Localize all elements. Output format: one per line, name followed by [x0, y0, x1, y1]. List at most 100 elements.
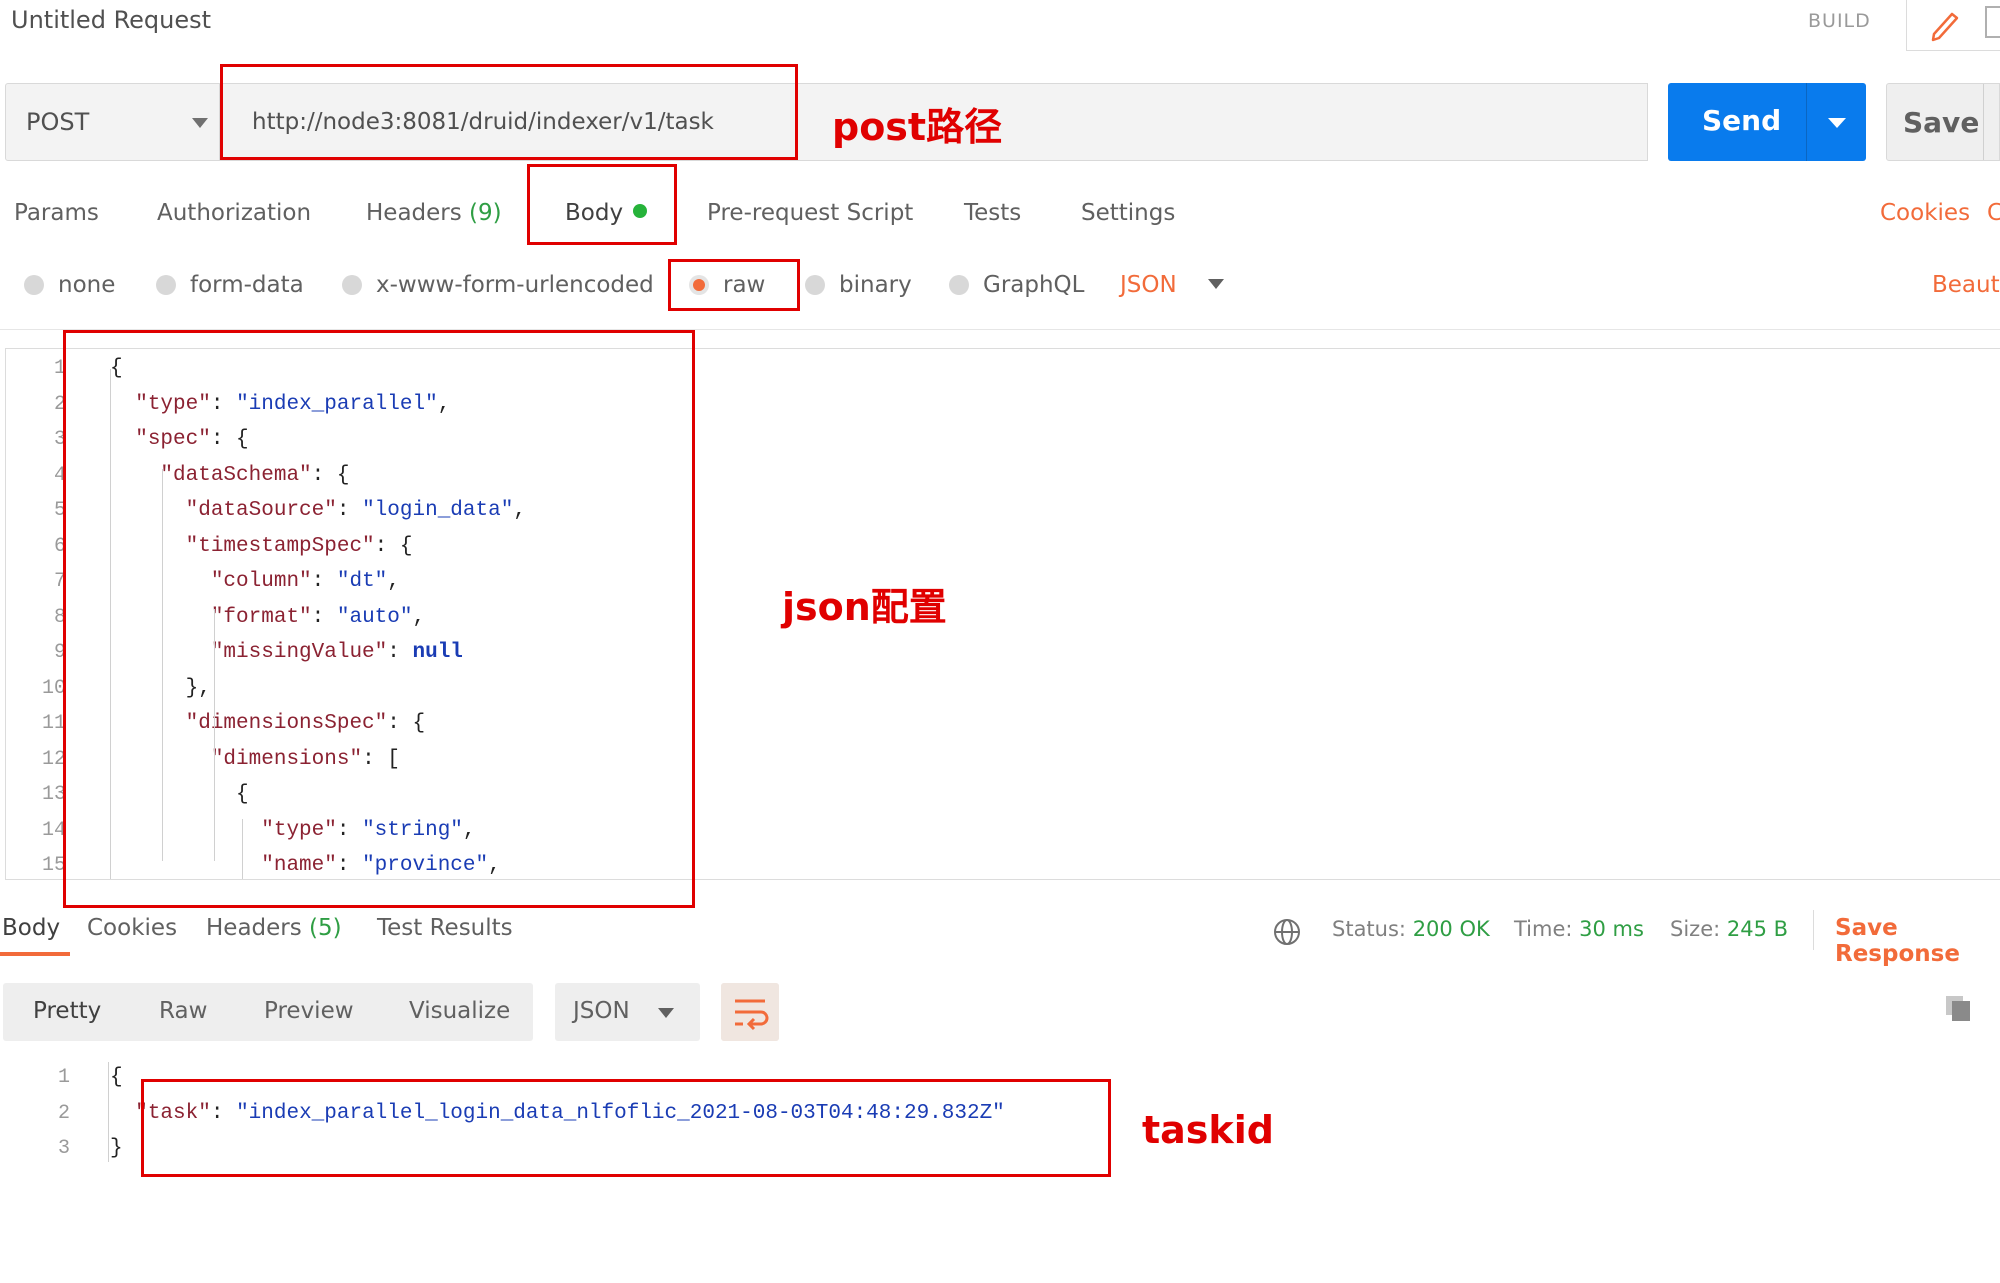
divider	[1813, 910, 1814, 950]
radio-graphql-label: GraphQL	[983, 272, 1085, 298]
line-number: 9	[53, 641, 66, 664]
radio-none-label: none	[58, 272, 116, 298]
radio-circle	[342, 275, 362, 295]
line-number: 15	[41, 854, 66, 877]
tab-headers[interactable]: Headers (9)	[366, 200, 502, 226]
globe-icon[interactable]	[1272, 917, 1302, 947]
response-time: Time: 30 ms	[1514, 917, 1644, 941]
line-number: 11	[41, 712, 66, 735]
method-label: POST	[26, 108, 90, 136]
send-button[interactable]: Send	[1668, 83, 1866, 161]
response-tab-test-results[interactable]: Test Results	[377, 915, 513, 941]
radio-graphql[interactable]: GraphQL	[949, 272, 1084, 298]
size-label: Size:	[1670, 917, 1721, 941]
send-options-chevron-icon[interactable]	[1828, 118, 1846, 128]
body-format-label: JSON	[1120, 272, 1177, 298]
annotation-url-box	[220, 64, 798, 160]
radio-binary-label: binary	[839, 272, 912, 298]
annotation-body-tab-box	[527, 164, 677, 245]
code-link[interactable]: C	[1987, 200, 2000, 226]
copy-icon[interactable]	[1944, 994, 1972, 1022]
annotation-post-path: post路径	[832, 105, 1003, 149]
annotation-taskid: taskid	[1142, 1108, 1274, 1152]
radio-circle	[805, 275, 825, 295]
comment-icon[interactable]	[1985, 6, 2000, 38]
radio-none[interactable]: none	[24, 272, 115, 298]
view-visualize[interactable]: Visualize	[409, 998, 510, 1024]
radio-form-data[interactable]: form-data	[156, 272, 304, 298]
line-number: 1	[57, 1066, 70, 1089]
radio-circle	[156, 275, 176, 295]
line-number: 6	[53, 534, 66, 558]
status-value: 200 OK	[1412, 917, 1490, 941]
tab-prerequest-script[interactable]: Pre-request Script	[707, 200, 913, 226]
response-tab-headers-label: Headers	[206, 915, 302, 941]
wrap-lines-icon[interactable]	[721, 983, 779, 1041]
chevron-down-icon	[1208, 279, 1225, 289]
radio-circle	[949, 275, 969, 295]
line-number: 1	[53, 357, 66, 380]
line-number: 13	[41, 783, 66, 806]
tab-authorization[interactable]: Authorization	[157, 200, 311, 226]
view-pretty[interactable]: Pretty	[33, 998, 101, 1024]
line-number: 5	[53, 499, 66, 522]
active-tab-underline	[0, 952, 70, 956]
tab-tests[interactable]: Tests	[964, 200, 1021, 226]
radio-circle	[24, 275, 44, 295]
request-title: Untitled Request	[11, 6, 212, 34]
status-label: Status:	[1332, 917, 1406, 941]
response-view-switcher: Pretty Raw Preview Visualize	[3, 983, 533, 1041]
line-number: 4	[53, 463, 66, 487]
body-format-select[interactable]: JSON	[1120, 272, 1225, 298]
tab-settings[interactable]: Settings	[1081, 200, 1175, 226]
beautify-link[interactable]: Beauti	[1932, 272, 2000, 298]
radio-urlencoded-label: x-www-form-urlencoded	[376, 272, 654, 298]
line-number: 10	[41, 676, 66, 700]
line-number: 14	[41, 818, 66, 842]
line-number: 12	[41, 747, 66, 771]
line-number: 7	[53, 570, 66, 593]
line-number: 8	[53, 605, 66, 629]
annotation-json-config: json配置	[782, 585, 947, 629]
response-tab-body[interactable]: Body	[2, 915, 60, 941]
view-preview[interactable]: Preview	[264, 998, 354, 1024]
code-line: {	[110, 1066, 123, 1089]
response-tab-headers[interactable]: Headers (5)	[206, 915, 342, 941]
size-value: 245 B	[1726, 917, 1789, 941]
save-response-button[interactable]: Save Response	[1835, 915, 2000, 967]
line-number: 2	[57, 1101, 70, 1125]
view-raw[interactable]: Raw	[159, 998, 207, 1024]
response-format-label: JSON	[573, 998, 630, 1024]
save-button[interactable]: Save	[1886, 83, 2000, 161]
pencil-icon[interactable]	[1922, 4, 1966, 44]
annotation-taskid-box	[141, 1079, 1111, 1177]
chevron-down-icon	[658, 1008, 674, 1018]
save-divider	[1983, 84, 1984, 160]
chevron-down-icon	[192, 118, 208, 128]
tab-params[interactable]: Params	[14, 200, 99, 226]
response-format-select[interactable]: JSON	[555, 983, 700, 1041]
send-divider	[1806, 83, 1807, 161]
method-select[interactable]: POST	[5, 83, 220, 161]
cookies-link[interactable]: Cookies	[1880, 200, 1970, 226]
line-number: 3	[57, 1137, 70, 1160]
tab-headers-count: (9)	[469, 200, 502, 226]
response-tab-headers-count: (5)	[309, 915, 342, 941]
send-label: Send	[1702, 104, 1782, 137]
line-number: 3	[53, 428, 66, 451]
line-number: 2	[53, 392, 66, 416]
tab-headers-label: Headers	[366, 200, 462, 226]
response-tab-cookies[interactable]: Cookies	[87, 915, 177, 941]
response-status: Status: 200 OK	[1332, 917, 1490, 941]
annotation-json-box	[63, 330, 695, 908]
build-mode-label[interactable]: BUILD	[1808, 10, 1871, 32]
radio-binary[interactable]: binary	[805, 272, 912, 298]
annotation-raw-box	[668, 259, 800, 311]
response-size: Size: 245 B	[1670, 917, 1788, 941]
code-line: }	[110, 1137, 123, 1160]
time-label: Time:	[1514, 917, 1573, 941]
radio-form-data-label: form-data	[190, 272, 304, 298]
save-label: Save	[1903, 106, 1980, 139]
radio-urlencoded[interactable]: x-www-form-urlencoded	[342, 272, 654, 298]
time-value: 30 ms	[1579, 917, 1644, 941]
